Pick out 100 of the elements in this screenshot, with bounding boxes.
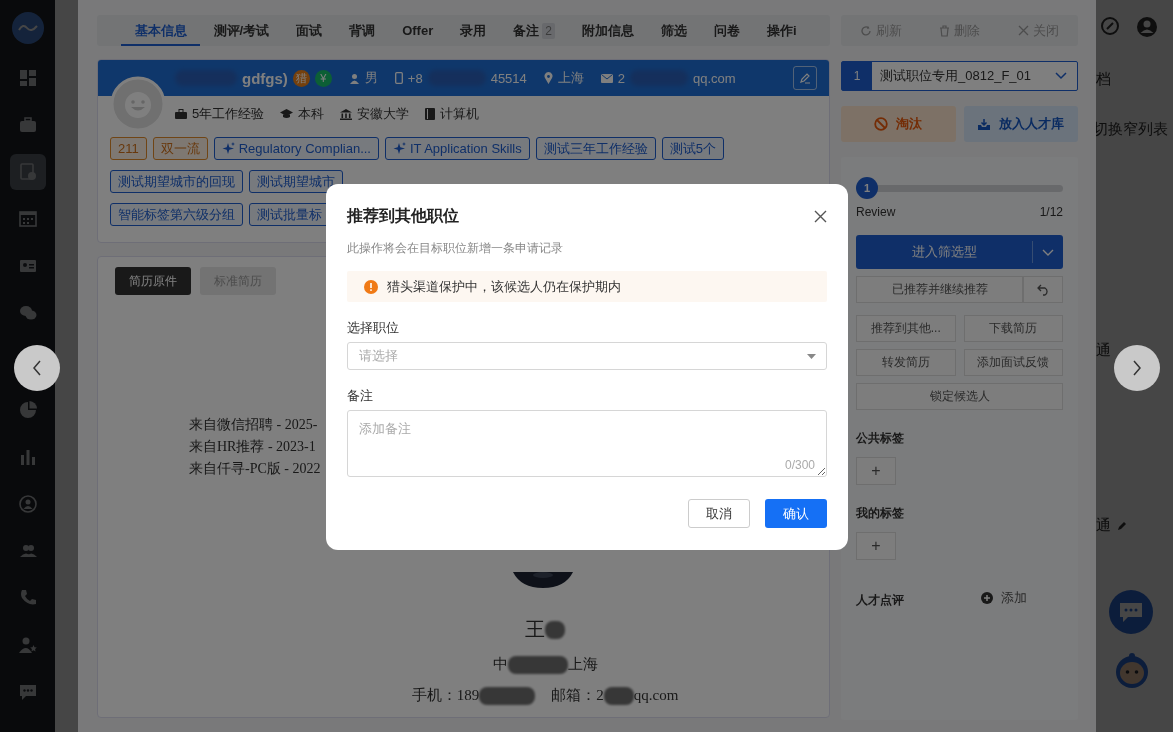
tag-text: IT Application Skills	[409, 141, 522, 156]
character-counter: 0/300	[784, 458, 815, 472]
mail-icon	[600, 73, 613, 83]
email-text: 2	[617, 70, 626, 86]
profile-fact: 安徽大学	[357, 105, 410, 123]
tab[interactable]: 附加信息	[568, 15, 648, 46]
undo-icon	[1036, 283, 1050, 296]
link-icon[interactable]	[1100, 16, 1120, 36]
tab[interactable]: 基本信息	[121, 15, 200, 46]
sparkle-icon	[392, 142, 406, 155]
bank-building-icon	[340, 108, 353, 120]
source-badge: ¥	[314, 69, 332, 87]
job-select[interactable]: 1 测试职位专用_0812_F_01	[841, 61, 1078, 91]
tag: 测试期望城市的回现	[110, 170, 243, 193]
talent-pool-button[interactable]: 放入人才库	[963, 106, 1078, 142]
refresh-icon	[859, 24, 872, 37]
tab[interactable]: 操作i	[753, 15, 810, 46]
book-icon	[425, 108, 436, 120]
resume-source-line: 来自HR推荐 - 2023-1	[189, 438, 316, 456]
action-button[interactable]: 推荐到其他...	[856, 315, 956, 342]
tab[interactable]: 面试	[282, 15, 336, 46]
source-badge: 猎	[292, 69, 310, 87]
close-icon	[814, 210, 827, 223]
robot-assistant-icon[interactable]	[1115, 652, 1149, 690]
dialog-title: 推荐到其他职位	[347, 206, 459, 226]
tag: 测试5个	[661, 137, 724, 160]
caret-down-icon	[807, 353, 816, 359]
resume-email: qq.com	[633, 687, 679, 704]
tag-text: Regulatory Complian...	[238, 141, 371, 156]
field-label: 备注	[347, 387, 374, 405]
action-button[interactable]: 添加面试反馈	[963, 349, 1063, 376]
resume-view-button[interactable]: 简历原件	[115, 267, 191, 295]
trash-icon	[939, 24, 951, 37]
action-button[interactable]: 转发简历	[856, 349, 956, 376]
close-icon	[1018, 25, 1030, 36]
tab[interactable]: 测评/考试	[200, 15, 283, 46]
page-text: 档	[1096, 70, 1112, 89]
action-button[interactable]: 下载简历	[963, 315, 1063, 342]
gender-text: 男	[364, 69, 378, 87]
chat-bubble-button[interactable]	[1109, 590, 1153, 634]
confirm-button[interactable]: 确认	[765, 499, 827, 528]
resume-source-line: 来自仟寻-PC版 - 2022	[189, 460, 321, 478]
candidate-name: gdfgs)	[242, 69, 288, 87]
sparkle-icon	[221, 142, 235, 155]
user-avatar-icon[interactable]	[1136, 16, 1158, 38]
add-tag-button[interactable]: +	[856, 457, 896, 485]
close-button[interactable]	[814, 210, 827, 223]
tray-download-icon	[977, 117, 992, 131]
dialog-subtitle: 此操作将会在目标职位新增一条申请记录	[347, 240, 564, 257]
field-label: 选择职位	[347, 319, 400, 338]
redaction-blur	[545, 620, 565, 639]
tab[interactable]: 问卷	[700, 15, 754, 46]
briefcase-icon	[175, 109, 187, 119]
city-text: 上海	[557, 69, 584, 87]
email-text: qq.com	[693, 70, 736, 86]
resume-source-line: 来自微信招聘 - 2025-	[189, 416, 318, 434]
section-title: 我的标签	[856, 505, 905, 522]
recommend-button[interactable]: 已推荐并继续推荐	[856, 276, 1023, 303]
avatar-icon	[110, 76, 166, 132]
profile-fact: 5年工作经验	[192, 105, 265, 123]
phone-text: 45514	[490, 70, 527, 86]
undo-button[interactable]	[1023, 276, 1063, 303]
add-tag-button[interactable]: +	[856, 532, 896, 560]
add-review-button[interactable]: 添加	[975, 588, 1033, 608]
person-icon	[348, 72, 360, 84]
stage-count: 1/12	[1039, 205, 1063, 219]
tab[interactable]: Offer	[388, 15, 447, 46]
stage-step-badge: 1	[856, 177, 878, 199]
pencil-icon[interactable]	[1117, 520, 1127, 531]
resume-name: 王	[525, 617, 545, 642]
edit-button[interactable]	[793, 66, 817, 90]
chevron-right-icon	[1132, 360, 1142, 376]
chevron-down-icon	[1055, 72, 1067, 80]
action-button[interactable]: 锁定候选人	[856, 383, 1063, 410]
resume-location: 中	[492, 655, 508, 674]
tab[interactable]: 录用	[446, 15, 500, 46]
mobile-phone-icon	[394, 72, 403, 84]
tab[interactable]: 筛选	[647, 15, 701, 46]
chevron-left-icon	[32, 360, 42, 376]
profile-fact: 计算机	[440, 105, 480, 123]
redaction-blur	[479, 686, 536, 705]
cancel-button[interactable]: 取消	[688, 499, 750, 528]
chat-bubble-icon	[1118, 601, 1144, 623]
warning-icon	[364, 279, 378, 294]
tab[interactable]: 背调	[335, 15, 389, 46]
tag: 智能标签第六级分组	[110, 203, 243, 226]
redaction-blur	[507, 655, 568, 674]
warning-text: 猎头渠道保护中，该候选人仍在保护期内	[387, 277, 621, 296]
logo-icon	[11, 12, 44, 44]
position-select[interactable]: 请选择	[347, 342, 827, 370]
chevron-down-icon	[1042, 248, 1054, 257]
pencil-icon	[799, 72, 811, 84]
resume-location: 上海	[567, 655, 598, 674]
section-title: 公共标签	[856, 430, 905, 447]
graduation-cap-icon	[280, 109, 294, 119]
profile-fact: 本科	[298, 105, 325, 123]
resume-icon[interactable]	[9, 154, 46, 190]
reject-button[interactable]: 淘汰	[841, 106, 956, 142]
tag: 测试三年工作经验	[535, 137, 656, 160]
plus-circle-icon	[981, 592, 993, 604]
